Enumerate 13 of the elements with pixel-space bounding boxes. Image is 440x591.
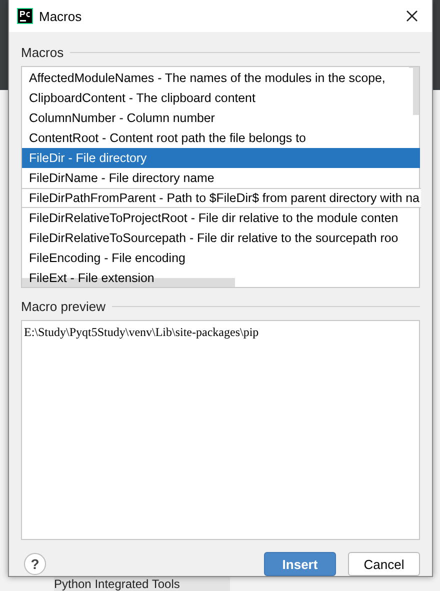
window-title: Macros (39, 8, 83, 24)
macro-item[interactable]: FileDir - File directory (22, 148, 420, 168)
close-icon[interactable] (406, 10, 418, 22)
macro-item[interactable]: FileDirPathFromParent - Path to $FileDir$ from parent directory with na (22, 188, 422, 208)
insert-button[interactable]: Insert (264, 552, 336, 576)
group-label: Macro preview (21, 298, 106, 314)
cancel-button[interactable]: Cancel (348, 552, 420, 576)
help-button[interactable]: ? (24, 553, 46, 575)
settings-item[interactable]: Python Integrated Tools (54, 577, 230, 591)
preview-field[interactable]: E:\Study\Pyqt5Study\venv\Lib\site-packages\pip (21, 320, 420, 540)
app-logo-icon (17, 8, 33, 24)
macro-item[interactable]: FileExt - File extension (22, 268, 413, 288)
group-label: Macros (21, 44, 64, 60)
